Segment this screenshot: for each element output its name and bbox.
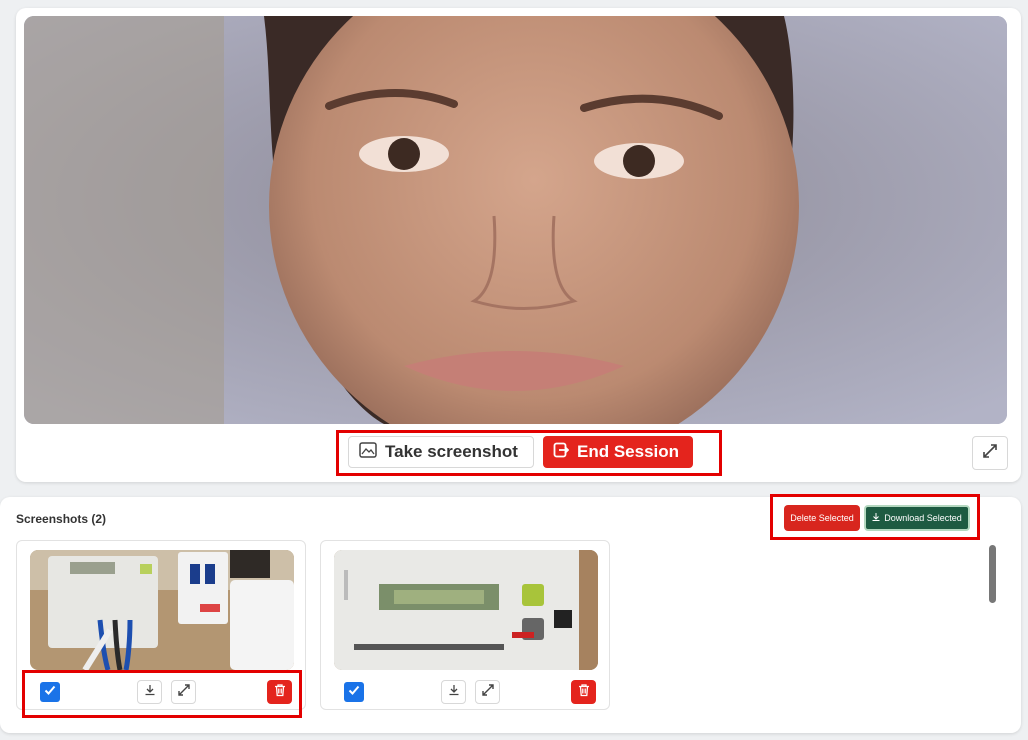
video-stream xyxy=(24,16,1007,424)
end-session-label: End Session xyxy=(577,442,680,461)
download-screenshot-button[interactable] xyxy=(441,680,466,704)
scrollbar[interactable] xyxy=(989,545,996,603)
download-icon xyxy=(872,513,880,523)
screenshot-checkbox[interactable] xyxy=(344,682,364,702)
screenshot-thumbnail[interactable] xyxy=(30,550,294,670)
thumbnail-toolbar-highlight xyxy=(22,670,302,718)
screenshot-card[interactable] xyxy=(320,540,610,710)
expand-icon xyxy=(982,443,998,464)
take-screenshot-button[interactable]: Take screenshot xyxy=(348,436,534,468)
end-session-button[interactable]: End Session xyxy=(543,436,693,468)
screenshot-thumbnail[interactable] xyxy=(334,550,598,670)
download-icon xyxy=(448,683,460,701)
exit-icon xyxy=(553,442,570,463)
screenshot-toolbar xyxy=(321,677,609,709)
image-icon xyxy=(359,441,377,463)
download-selected-button[interactable]: Download Selected xyxy=(864,505,970,531)
delete-selected-button[interactable]: Delete Selected xyxy=(784,505,860,531)
check-icon xyxy=(347,683,361,702)
take-screenshot-label: Take screenshot xyxy=(385,442,518,461)
expand-screenshot-button[interactable] xyxy=(475,680,500,704)
delete-screenshot-button[interactable] xyxy=(571,680,596,704)
expand-icon xyxy=(481,683,495,702)
screenshots-title: Screenshots (2) xyxy=(16,512,107,526)
video-panel: Take screenshot End Session xyxy=(16,8,1021,482)
download-selected-label: Download Selected xyxy=(884,513,962,523)
delete-selected-label: Delete Selected xyxy=(790,513,854,523)
trash-icon xyxy=(577,683,591,702)
fullscreen-button[interactable] xyxy=(972,436,1008,470)
